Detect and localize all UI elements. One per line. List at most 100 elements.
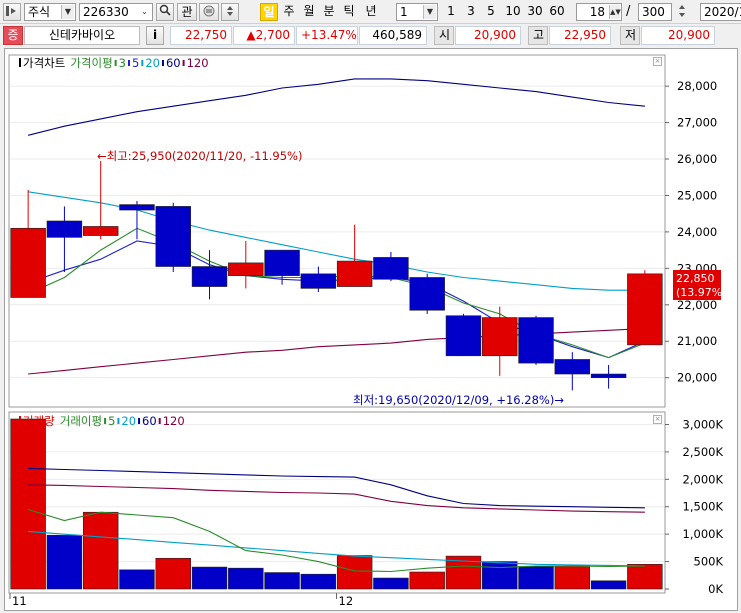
price-axis: 20,00021,00022,00023,00024,00025,00026,0… [665, 79, 717, 385]
price-tick-label: 21,000 [677, 334, 717, 348]
high-annotation: ←최고:25,950(2020/11/20, -11.95%) [97, 149, 302, 163]
legend-item: 60 [166, 56, 181, 70]
volume-bar [518, 566, 554, 590]
dropdown-arrow-icon: ▼ [61, 5, 74, 19]
sync-button[interactable] [199, 3, 219, 21]
low-annotation: 최저:19,650(2020/12/09, +16.28%)→ [353, 393, 564, 407]
period-tab-year[interactable]: 년 [360, 3, 382, 21]
scroll-stepper[interactable] [221, 3, 239, 21]
spin-arrows-icon [679, 5, 685, 17]
volume-tick-label: 1,000K [683, 527, 724, 541]
total-count-input[interactable]: 300 [638, 3, 672, 21]
price-tick-label: 26,000 [677, 152, 717, 166]
candle-body [10, 227, 46, 298]
spin-arrows-icon: ▲▼ [609, 5, 621, 19]
legend-marker [182, 60, 185, 66]
period-tab-week[interactable]: 주 [280, 3, 298, 21]
legend-marker [138, 418, 141, 424]
current-price-tag-rate: (13.97%) [676, 286, 727, 299]
volume-bar [590, 580, 627, 590]
interval-preset-60[interactable]: 60 [546, 3, 568, 21]
period-tab-month[interactable]: 월 [300, 3, 318, 21]
legend-item: 가격차트 [23, 56, 65, 70]
candle-body [373, 257, 409, 280]
interval-select[interactable]: 1 ▼ [396, 3, 438, 21]
change-rate: +13.47% [296, 26, 358, 45]
candle-body [409, 277, 445, 311]
legend-marker [158, 418, 161, 424]
volume-pane-close-icon[interactable]: × [653, 415, 662, 424]
candle-body [82, 226, 119, 236]
expand-panel-button[interactable] [3, 3, 21, 21]
stock-code-value: 226330 [83, 5, 129, 19]
candle-body [482, 317, 518, 357]
volume-bar [82, 511, 119, 590]
volume-axis: 0K 500K 1,000K 1,500K 2,000K 2,500K 3,000K [665, 417, 723, 596]
market-type-value: 주식 [28, 5, 51, 19]
candle-body [554, 359, 591, 375]
volume-tick-label: 0K [708, 582, 723, 596]
interval-value: 1 [400, 5, 408, 19]
period-tab-minute[interactable]: 분 [320, 3, 338, 21]
volume-tick-label: 3,000K [683, 417, 724, 431]
candle-body [264, 249, 300, 276]
price-tick-label: 25,000 [677, 188, 717, 202]
link-button[interactable]: 관 [177, 3, 197, 21]
high-label: 고 [528, 26, 548, 45]
quote-bar: 증 신테카바이오 i 22,750 ▲2,700 +13.47% 460,589… [0, 24, 741, 46]
visible-count-input[interactable]: 18 ▲▼ [576, 3, 622, 21]
price-tick-label: 27,000 [677, 116, 717, 130]
candle-body [627, 273, 663, 346]
interval-preset-5[interactable]: 5 [482, 3, 500, 21]
period-tab-tick[interactable]: 틱 [340, 3, 358, 21]
interval-preset-3[interactable]: 3 [462, 3, 480, 21]
candle-body [228, 262, 264, 276]
stock-code-input[interactable]: 226330 ⌄ [79, 3, 153, 21]
legend-item: 20 [145, 56, 160, 70]
visible-count-value: 18 [589, 5, 605, 19]
legend-item: 20 [121, 414, 136, 428]
legend-item: 120 [187, 56, 209, 70]
current-price: 22,750 [170, 26, 232, 45]
date-input[interactable]: 2020/1 [700, 3, 741, 21]
legend-item: 5 [108, 414, 115, 428]
interval-preset-1[interactable]: 1 [442, 3, 460, 21]
legend-marker [117, 418, 120, 424]
stock-name: 신테카바이오 [24, 26, 140, 45]
volume-bar [300, 573, 337, 590]
current-price-tag-value: 22,850 [676, 272, 715, 285]
price-pane-close-icon[interactable]: × [653, 57, 662, 66]
interval-preset-30[interactable]: 30 [524, 3, 546, 21]
chart-canvas: 20,00021,00022,00023,00024,00025,00026,0… [8, 54, 727, 608]
volume-tick-label: 2,000K [683, 472, 724, 486]
volume-tick-label: 2,500K [683, 445, 724, 459]
date-axis: 11 12 [9, 593, 353, 608]
stock-info-button[interactable]: i [146, 26, 164, 45]
volume-tick-label: 500K [694, 555, 724, 569]
stock-search-button[interactable] [156, 3, 174, 21]
market-type-select[interactable]: 주식 ▼ [24, 3, 76, 21]
open-price: 20,900 [455, 26, 521, 45]
price-tick-label: 20,000 [677, 371, 717, 385]
sync-icon [203, 5, 215, 17]
search-icon [159, 4, 171, 16]
legend-item: 거래량 [23, 414, 55, 428]
legend-item: 60 [142, 414, 157, 428]
market-badge: 증 [3, 26, 23, 45]
period-tab-day[interactable]: 일 [260, 3, 278, 21]
price-change: ▲2,700 [233, 26, 295, 45]
low-label: 저 [620, 26, 640, 45]
legend-item: 거래이평 [60, 414, 102, 428]
volume-bar [482, 561, 518, 590]
volume-bar [119, 569, 155, 590]
chevron-down-icon: ⌄ [141, 7, 148, 16]
volume-bar [191, 566, 228, 590]
candle-body [191, 266, 228, 287]
count-stepper[interactable] [674, 3, 690, 21]
chart-area[interactable]: 20,000 21,000 22,000 23,000 24,000 25,000 26,0… [4, 48, 738, 611]
high-price: 22,950 [549, 26, 611, 45]
candle-body [445, 315, 482, 357]
candle-body [300, 273, 337, 289]
legend-item: 5 [132, 56, 139, 70]
interval-preset-10[interactable]: 10 [502, 3, 524, 21]
